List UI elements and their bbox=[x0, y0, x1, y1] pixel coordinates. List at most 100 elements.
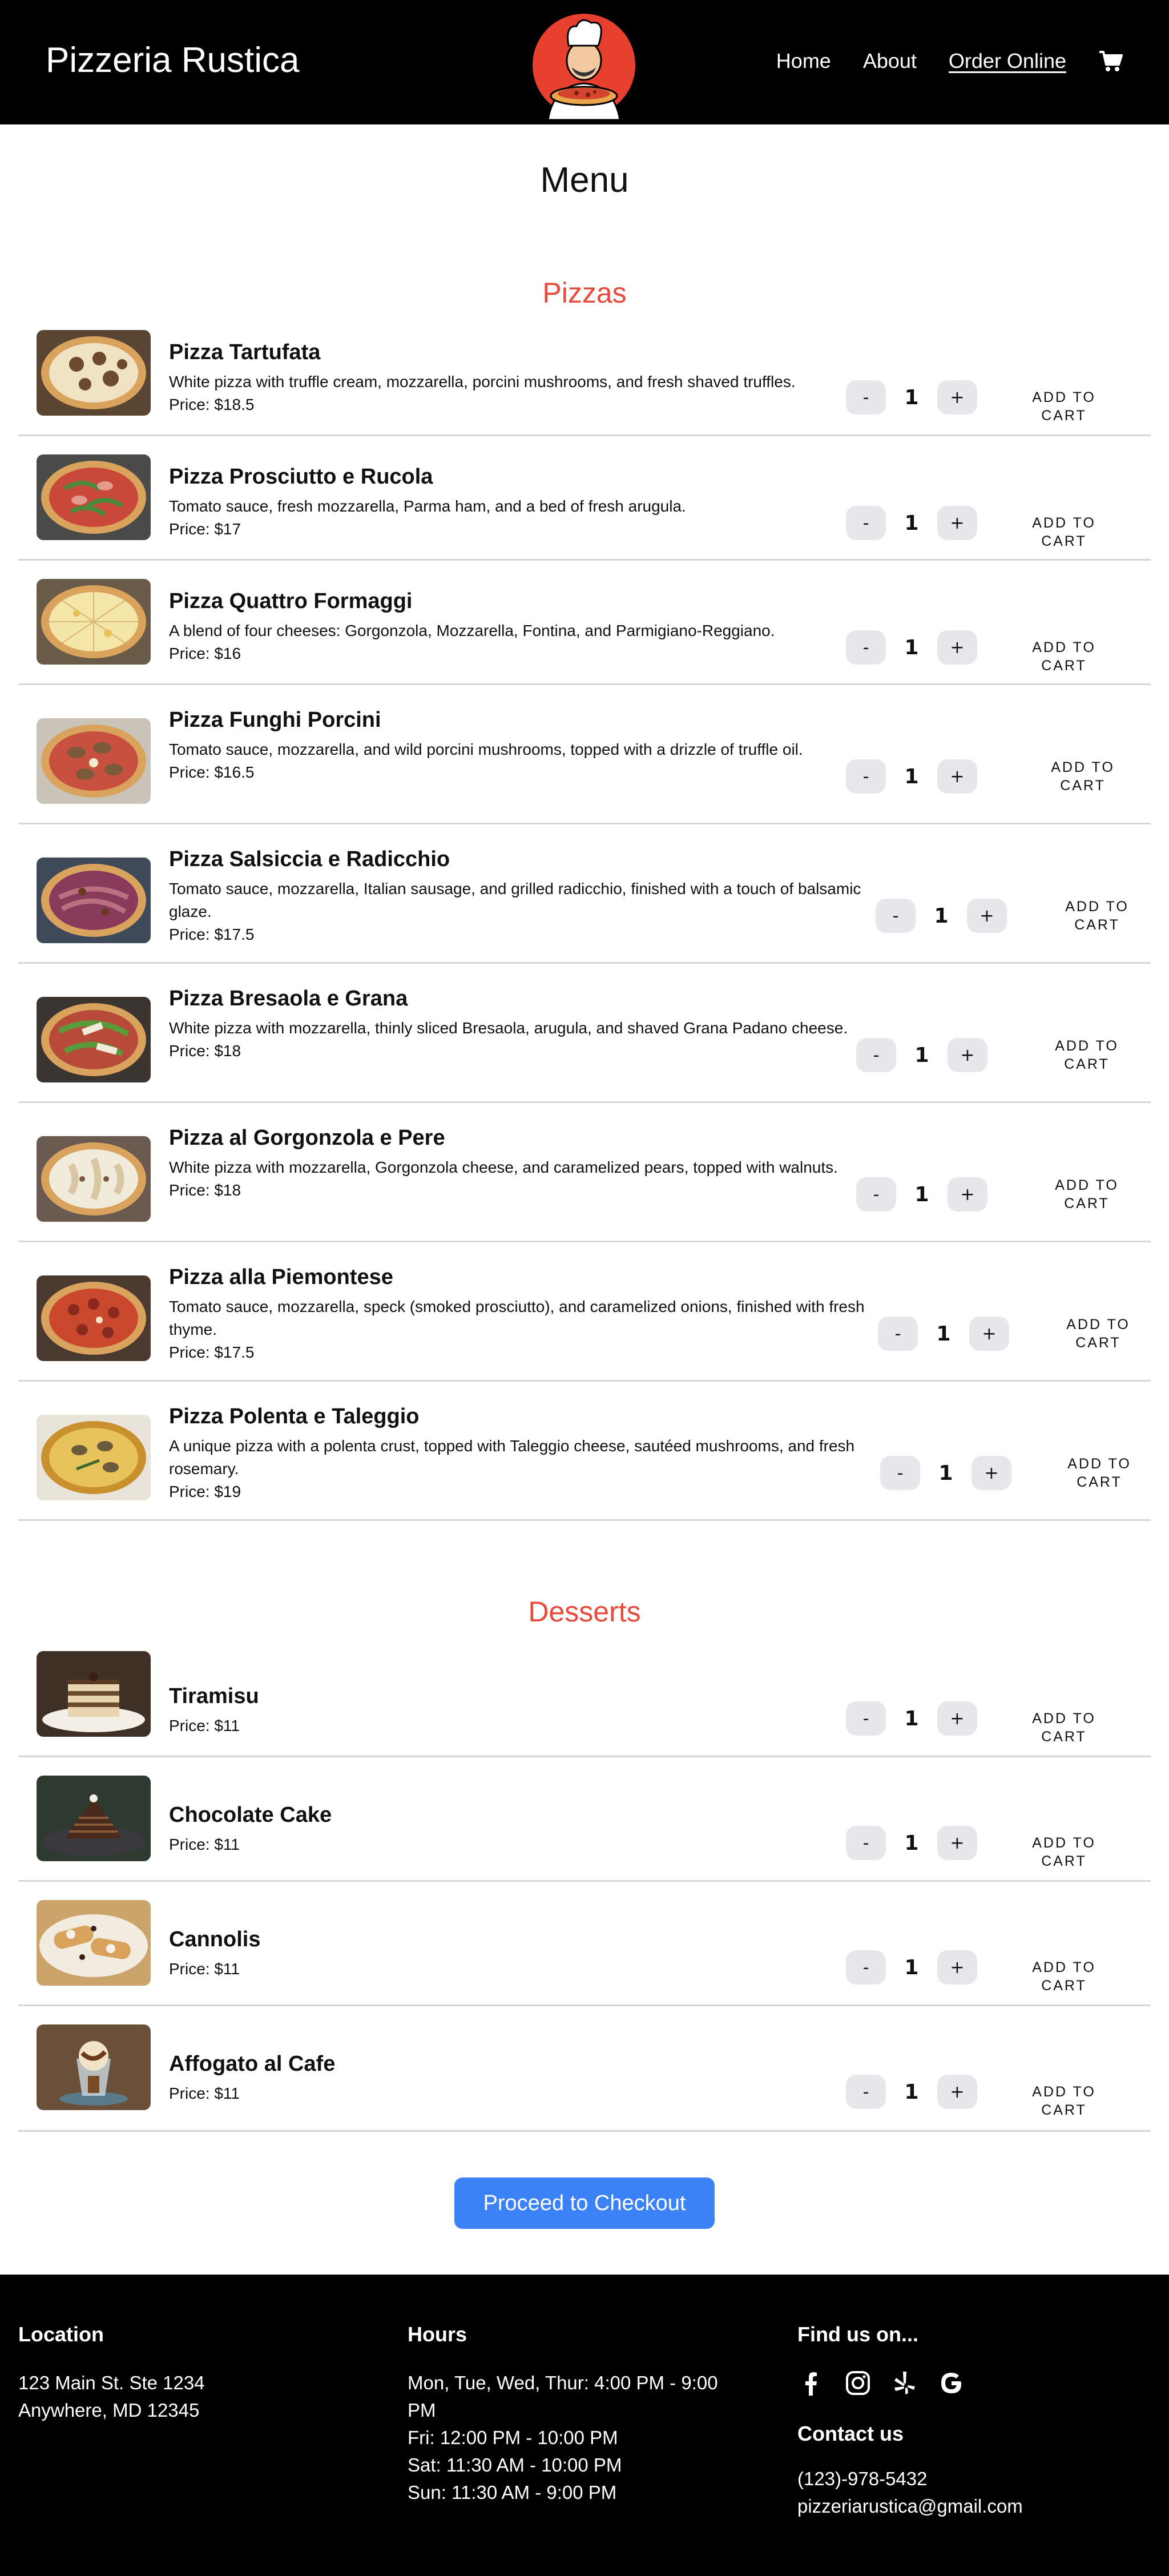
yelp-icon[interactable] bbox=[891, 2369, 918, 2397]
menu-item: Tiramisu Price: $11 - 1 + ADD TO CART bbox=[18, 1644, 1151, 1757]
item-name: Pizza Bresaola e Grana bbox=[169, 987, 408, 1011]
item-name: Pizza al Gorgonzola e Pere bbox=[169, 1126, 445, 1150]
increase-button[interactable]: + bbox=[972, 1456, 1011, 1490]
item-name: Cannolis bbox=[169, 1927, 261, 1951]
add-to-cart-button[interactable]: ADD TO CART bbox=[1007, 1958, 1121, 1995]
item-name: Pizza Prosciutto e Rucola bbox=[169, 465, 433, 489]
contact-email[interactable]: pizzeriarustica@gmail.com bbox=[797, 2493, 1151, 2520]
menu-item: Pizza Quattro Formaggi A blend of four c… bbox=[18, 561, 1151, 685]
quantity-stepper: - 1 + bbox=[846, 1701, 977, 1736]
decrease-button[interactable]: - bbox=[876, 899, 916, 933]
decrease-button[interactable]: - bbox=[878, 1317, 918, 1351]
item-description: White pizza with mozzarella, Gorgonzola … bbox=[169, 1158, 838, 1176]
quantity-value: 1 bbox=[904, 635, 919, 659]
nav-order-online[interactable]: Order Online bbox=[949, 49, 1066, 73]
decrease-button[interactable]: - bbox=[846, 1701, 886, 1736]
decrease-button[interactable]: - bbox=[880, 1456, 920, 1490]
increase-button[interactable]: + bbox=[937, 1950, 977, 1985]
nav-about[interactable]: About bbox=[863, 49, 917, 73]
increase-button[interactable]: + bbox=[937, 759, 977, 794]
increase-button[interactable]: + bbox=[937, 630, 977, 665]
pizza-image bbox=[37, 1415, 151, 1500]
quantity-value: 1 bbox=[936, 1322, 951, 1346]
quantity-value: 1 bbox=[938, 1461, 953, 1485]
item-info: Pizza Funghi Porcini Tomato sauce, mozza… bbox=[169, 708, 865, 784]
item-description: Tomato sauce, mozzarella, and wild porci… bbox=[169, 740, 803, 758]
increase-button[interactable]: + bbox=[937, 1701, 977, 1736]
nav-home[interactable]: Home bbox=[776, 49, 831, 73]
item-description: A unique pizza with a polenta crust, top… bbox=[169, 1437, 855, 1478]
item-description: Tomato sauce, fresh mozzarella, Parma ha… bbox=[169, 497, 686, 515]
add-to-cart-button[interactable]: ADD TO CART bbox=[1042, 1455, 1156, 1491]
increase-button[interactable]: + bbox=[948, 1038, 987, 1072]
add-to-cart-button[interactable]: ADD TO CART bbox=[1007, 2083, 1121, 2119]
quantity-stepper: - 1 + bbox=[878, 1317, 1009, 1351]
quantity-value: 1 bbox=[904, 764, 919, 788]
brand-name[interactable]: Pizzeria Rustica bbox=[46, 40, 299, 80]
add-to-cart-button[interactable]: ADD TO CART bbox=[1040, 897, 1154, 934]
item-price: Price: $16.5 bbox=[169, 763, 255, 781]
add-to-cart-button[interactable]: ADD TO CART bbox=[1007, 638, 1121, 675]
increase-button[interactable]: + bbox=[937, 1826, 977, 1860]
facebook-icon[interactable] bbox=[797, 2369, 825, 2397]
cart-icon[interactable] bbox=[1098, 50, 1123, 73]
quantity-value: 1 bbox=[914, 1182, 929, 1206]
item-info: Pizza Polenta e Taleggio A unique pizza … bbox=[169, 1404, 865, 1503]
instagram-icon[interactable] bbox=[844, 2369, 872, 2397]
item-price: Price: $18 bbox=[169, 1042, 241, 1060]
menu-item: Pizza Bresaola e Grana White pizza with … bbox=[18, 964, 1151, 1103]
add-to-cart-button[interactable]: ADD TO CART bbox=[1026, 758, 1140, 795]
menu-item: Pizza alla Piemontese Tomato sauce, mozz… bbox=[18, 1242, 1151, 1382]
chef-logo[interactable] bbox=[531, 6, 637, 121]
item-price: Price: $17.5 bbox=[169, 925, 255, 943]
item-info: Pizza Salsiccia e Radicchio Tomato sauce… bbox=[169, 847, 865, 946]
pizza-image bbox=[37, 579, 151, 665]
add-to-cart-button[interactable]: ADD TO CART bbox=[1007, 1709, 1121, 1746]
add-to-cart-button[interactable]: ADD TO CART bbox=[1030, 1037, 1144, 1073]
item-price: Price: $19 bbox=[169, 1483, 241, 1500]
pizza-image bbox=[37, 1136, 151, 1222]
contact-phone[interactable]: (123)-978-5432 bbox=[797, 2465, 1151, 2493]
google-icon[interactable] bbox=[938, 2369, 965, 2397]
footer-hours-title: Hours bbox=[408, 2323, 467, 2346]
site-header: Pizzeria Rustica Home About Order Online bbox=[0, 0, 1169, 124]
section-title-desserts: Desserts bbox=[528, 1596, 641, 1628]
increase-button[interactable]: + bbox=[937, 506, 977, 540]
decrease-button[interactable]: - bbox=[856, 1177, 896, 1211]
quantity-stepper: - 1 + bbox=[846, 380, 977, 414]
decrease-button[interactable]: - bbox=[846, 630, 886, 665]
proceed-to-checkout-button[interactable]: Proceed to Checkout bbox=[454, 2177, 715, 2229]
add-to-cart-button[interactable]: ADD TO CART bbox=[1007, 388, 1121, 425]
pizza-image bbox=[37, 718, 151, 804]
item-info: Affogato al Cafe Price: $11 bbox=[169, 2052, 865, 2105]
increase-button[interactable]: + bbox=[969, 1317, 1009, 1351]
add-to-cart-button[interactable]: ADD TO CART bbox=[1030, 1176, 1144, 1213]
increase-button[interactable]: + bbox=[937, 2075, 977, 2109]
quantity-stepper: - 1 + bbox=[846, 1950, 977, 1985]
increase-button[interactable]: + bbox=[948, 1177, 987, 1211]
increase-button[interactable]: + bbox=[967, 899, 1007, 933]
decrease-button[interactable]: - bbox=[846, 1950, 886, 1985]
item-info: Pizza Quattro Formaggi A blend of four c… bbox=[169, 589, 865, 665]
menu-item: Pizza Funghi Porcini Tomato sauce, mozza… bbox=[18, 685, 1151, 824]
add-to-cart-button[interactable]: ADD TO CART bbox=[1041, 1315, 1155, 1352]
quantity-stepper: - 1 + bbox=[846, 630, 977, 665]
item-price: Price: $18.5 bbox=[169, 396, 255, 413]
item-description: White pizza with truffle cream, mozzarel… bbox=[169, 373, 796, 391]
add-to-cart-button[interactable]: ADD TO CART bbox=[1007, 1834, 1121, 1870]
item-name: Pizza Tartufata bbox=[169, 340, 321, 364]
decrease-button[interactable]: - bbox=[846, 2075, 886, 2109]
decrease-button[interactable]: - bbox=[846, 380, 886, 414]
decrease-button[interactable]: - bbox=[846, 1826, 886, 1860]
add-to-cart-button[interactable]: ADD TO CART bbox=[1007, 514, 1121, 550]
item-description: Tomato sauce, mozzarella, speck (smoked … bbox=[169, 1298, 865, 1338]
increase-button[interactable]: + bbox=[937, 380, 977, 414]
item-description: A blend of four cheeses: Gorgonzola, Moz… bbox=[169, 622, 775, 639]
decrease-button[interactable]: - bbox=[846, 759, 886, 794]
decrease-button[interactable]: - bbox=[846, 506, 886, 540]
item-price: Price: $17.5 bbox=[169, 1343, 255, 1361]
item-price: Price: $11 bbox=[169, 1960, 240, 1978]
decrease-button[interactable]: - bbox=[856, 1038, 896, 1072]
item-info: Chocolate Cake Price: $11 bbox=[169, 1803, 865, 1856]
item-name: Chocolate Cake bbox=[169, 1803, 332, 1827]
